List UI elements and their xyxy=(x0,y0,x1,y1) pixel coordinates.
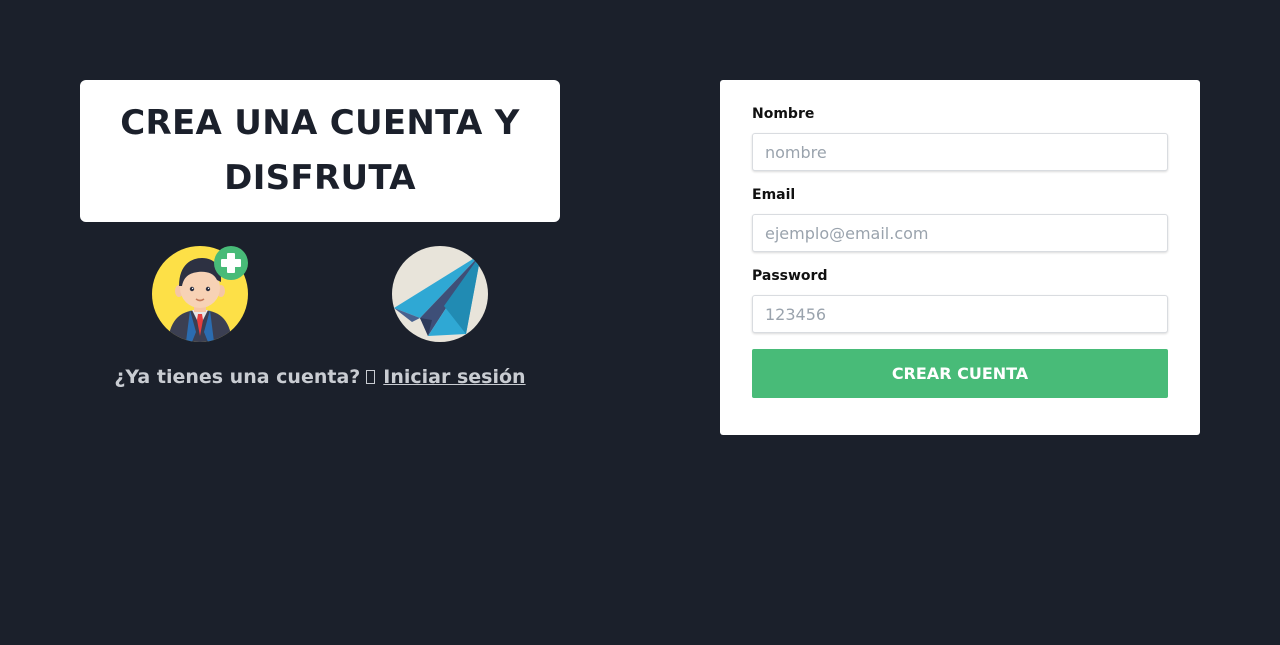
password-field[interactable] xyxy=(752,295,1168,333)
page-title: CREA UNA CUENTA Y DISFRUTA xyxy=(120,103,520,198)
login-prompt-text: ¿Ya tienes una cuenta? xyxy=(114,366,361,388)
name-label: Nombre xyxy=(752,106,815,122)
paper-plane-icon xyxy=(392,246,488,342)
password-label: Password xyxy=(752,268,828,284)
register-page: CREA UNA CUENTA Y DISFRUTA ¿Ya tienes un… xyxy=(0,0,1280,645)
unknown-glyph-icon xyxy=(366,370,376,384)
hero-card: CREA UNA CUENTA Y DISFRUTA xyxy=(80,80,560,222)
name-field[interactable] xyxy=(752,133,1168,171)
email-label: Email xyxy=(752,187,796,203)
email-field[interactable] xyxy=(752,214,1168,252)
create-account-button[interactable]: CREAR CUENTA xyxy=(752,349,1168,398)
register-form: Nombre Email Password CREAR CUENTA xyxy=(720,80,1200,435)
login-link[interactable]: Iniciar sesión xyxy=(383,366,525,388)
login-prompt: ¿Ya tienes una cuenta? Iniciar sesión xyxy=(80,366,560,388)
add-user-icon xyxy=(152,246,248,342)
